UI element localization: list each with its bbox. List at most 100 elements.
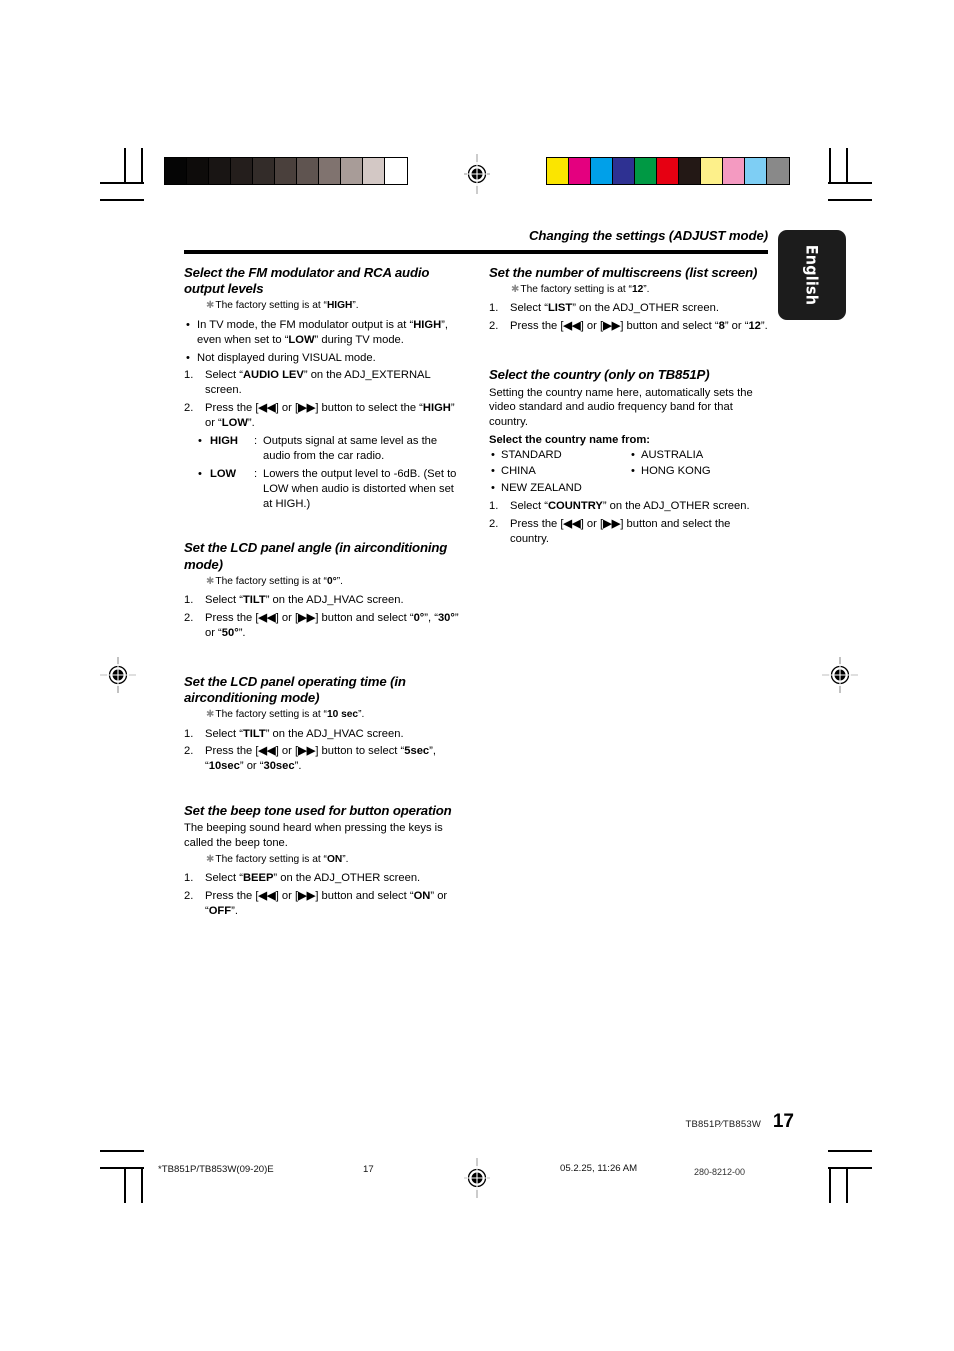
grayscale-swatch-8 bbox=[341, 158, 363, 184]
grayscale-swatch-1 bbox=[187, 158, 209, 184]
bullet-icon: • bbox=[491, 449, 495, 462]
note-value: ON bbox=[326, 854, 343, 866]
note-value: HIGH bbox=[326, 300, 353, 312]
fast-forward-button-icon: ▶▶ bbox=[298, 890, 316, 903]
fast-forward-button-icon: ▶▶ bbox=[298, 745, 316, 758]
step-bold-2: OFF bbox=[208, 905, 232, 918]
numbered-steps: 1. Select “TILT” on the ADJ_HVAC screen. … bbox=[184, 593, 464, 641]
step-bold-2: LOW bbox=[221, 417, 248, 430]
note-suffix: ”. bbox=[352, 300, 359, 312]
manual-page: { "header": { "running_title": "Changing… bbox=[0, 0, 954, 1351]
crop-mark-top-left-horizontal bbox=[100, 182, 144, 184]
factory-setting-note: ✱The factory setting is at “HIGH”. bbox=[206, 299, 464, 312]
step-suffix: ” on the ADJ_OTHER screen. bbox=[273, 872, 421, 885]
numbered-steps: 1. Select “BEEP” on the ADJ_OTHER screen.… bbox=[184, 871, 464, 919]
definition-body: Lowers the output level to -6dB. (Set to… bbox=[263, 467, 457, 510]
step-suffix: ”. bbox=[294, 760, 302, 773]
section-select-country: Select the country (only on TB851P) Sett… bbox=[489, 367, 769, 546]
rewind-button-icon: ◀◀ bbox=[563, 517, 581, 530]
list-item: • LOW : Lowers the output level to -6dB.… bbox=[198, 467, 464, 512]
section-fm-modulator-rca: Select the FM modulator and RCA audio ou… bbox=[184, 265, 464, 511]
step-number: 1. bbox=[184, 594, 194, 607]
registration-mark-right bbox=[820, 655, 858, 693]
crop-mark-top-right-vertical bbox=[846, 148, 848, 184]
color-swatch-9 bbox=[745, 158, 767, 184]
list-item: 1. Select “TILT” on the ADJ_HVAC screen. bbox=[184, 727, 464, 742]
grayscale-swatch-9 bbox=[363, 158, 385, 184]
country-name: CHINA bbox=[501, 465, 536, 478]
color-swatch-4 bbox=[635, 158, 657, 184]
step-number: 1. bbox=[184, 727, 194, 740]
step-bold: COUNTRY bbox=[547, 499, 603, 512]
fast-forward-button-icon: ▶▶ bbox=[298, 402, 316, 415]
note-prefix: The factory setting is at “ bbox=[215, 709, 327, 721]
grayscale-swatch-4 bbox=[253, 158, 275, 184]
list-item: 2. Press the [◀◀] or [▶▶] button and sele… bbox=[184, 611, 464, 641]
step-mid-2: ] button and select “ bbox=[620, 320, 719, 333]
list-item: • HONG KONG bbox=[629, 463, 769, 479]
step-prefix: Select “ bbox=[205, 727, 243, 740]
step-prefix: Select “ bbox=[205, 594, 243, 607]
page-number: 17 bbox=[772, 1111, 794, 1132]
registration-mark-left bbox=[98, 655, 136, 693]
bullet-text-suffix: ” during TV mode. bbox=[314, 333, 404, 346]
crop-mark-bottom-right-tick bbox=[829, 1167, 831, 1203]
section-multiscreens: Set the number of multiscreens (list scr… bbox=[489, 265, 769, 334]
definition-list: • HIGH : Outputs signal at same level as… bbox=[198, 434, 464, 511]
running-header-title: Changing the settings (ADJUST mode) bbox=[528, 228, 768, 243]
list-item: • NEW ZEALAND bbox=[489, 480, 769, 496]
bullet-icon: • bbox=[631, 449, 635, 462]
numbered-steps: 1. Select “AUDIO LEV” on the ADJ_EXTERNAL… bbox=[184, 368, 464, 431]
step-prefix: Press the [ bbox=[205, 612, 259, 625]
step-bold: BEEP bbox=[242, 872, 274, 885]
grayscale-swatch-6 bbox=[297, 158, 319, 184]
rewind-button-icon: ◀◀ bbox=[563, 320, 581, 333]
language-tab: English bbox=[778, 230, 846, 320]
language-tab-label: English bbox=[802, 244, 822, 306]
step-bold: TILT bbox=[242, 727, 266, 740]
color-swatch-10 bbox=[767, 158, 789, 184]
left-column: Select the FM modulator and RCA audio ou… bbox=[184, 265, 464, 922]
step-suffix: ” on the ADJ_OTHER screen. bbox=[572, 302, 719, 315]
footer-doc-code: 280-8212-00 bbox=[694, 1167, 746, 1177]
section-intro: Setting the country name here, automatic… bbox=[489, 386, 753, 429]
section-heading: Set the LCD panel angle (in aircondition… bbox=[184, 540, 448, 572]
list-item: 2. Press the [◀◀] or [▶▶] button to selec… bbox=[184, 744, 464, 774]
crop-mark-top-left-vertical bbox=[124, 148, 126, 184]
country-name: AUSTRALIA bbox=[641, 449, 704, 462]
country-name: NEW ZEALAND bbox=[501, 481, 582, 494]
grayscale-swatch-5 bbox=[275, 158, 297, 184]
bullet-icon: • bbox=[491, 465, 495, 478]
note-suffix: ”. bbox=[358, 709, 365, 721]
section-lcd-operating-time: Set the LCD panel operating time (in air… bbox=[184, 674, 464, 774]
definition-separator: : bbox=[254, 434, 258, 447]
step-mid-1: ] or [ bbox=[275, 745, 299, 758]
crop-mark-top-left-tick bbox=[141, 148, 143, 184]
step-bold-1: 0° bbox=[413, 612, 425, 625]
step-number: 2. bbox=[184, 745, 194, 758]
list-item: 2. Press the [◀◀] or [▶▶] button to selec… bbox=[184, 401, 464, 431]
step-mid-1: ] or [ bbox=[580, 320, 604, 333]
crop-mark-bottom-left-vertical bbox=[124, 1167, 126, 1203]
step-bold: LIST bbox=[547, 302, 573, 315]
grayscale-swatch-2 bbox=[209, 158, 231, 184]
step-suffix: ”. bbox=[231, 905, 238, 918]
list-item: • Not displayed during VISUAL mode. bbox=[184, 351, 464, 366]
step-bold: TILT bbox=[242, 594, 266, 607]
crop-mark-top-left-outer bbox=[100, 199, 144, 201]
note-asterisk-icon: ✱ bbox=[206, 300, 215, 312]
step-suffix: ” on the ADJ_HVAC screen. bbox=[265, 727, 404, 740]
definition-term: LOW bbox=[210, 467, 237, 480]
footer-file-name: *TB851P/TB853W(09-20)E bbox=[158, 1164, 274, 1175]
step-mid-2: ] button to select “ bbox=[315, 745, 405, 758]
numbered-steps: 1. Select “TILT” on the ADJ_HVAC screen. … bbox=[184, 727, 464, 775]
note-prefix: The factory setting is at “ bbox=[215, 575, 327, 587]
fast-forward-button-icon: ▶▶ bbox=[298, 612, 316, 625]
step-bold-3: 50° bbox=[221, 626, 239, 639]
color-swatch-2 bbox=[591, 158, 613, 184]
factory-setting-note: ✱The factory setting is at “0°”. bbox=[206, 575, 464, 588]
list-item: • AUSTRALIA bbox=[629, 447, 769, 463]
